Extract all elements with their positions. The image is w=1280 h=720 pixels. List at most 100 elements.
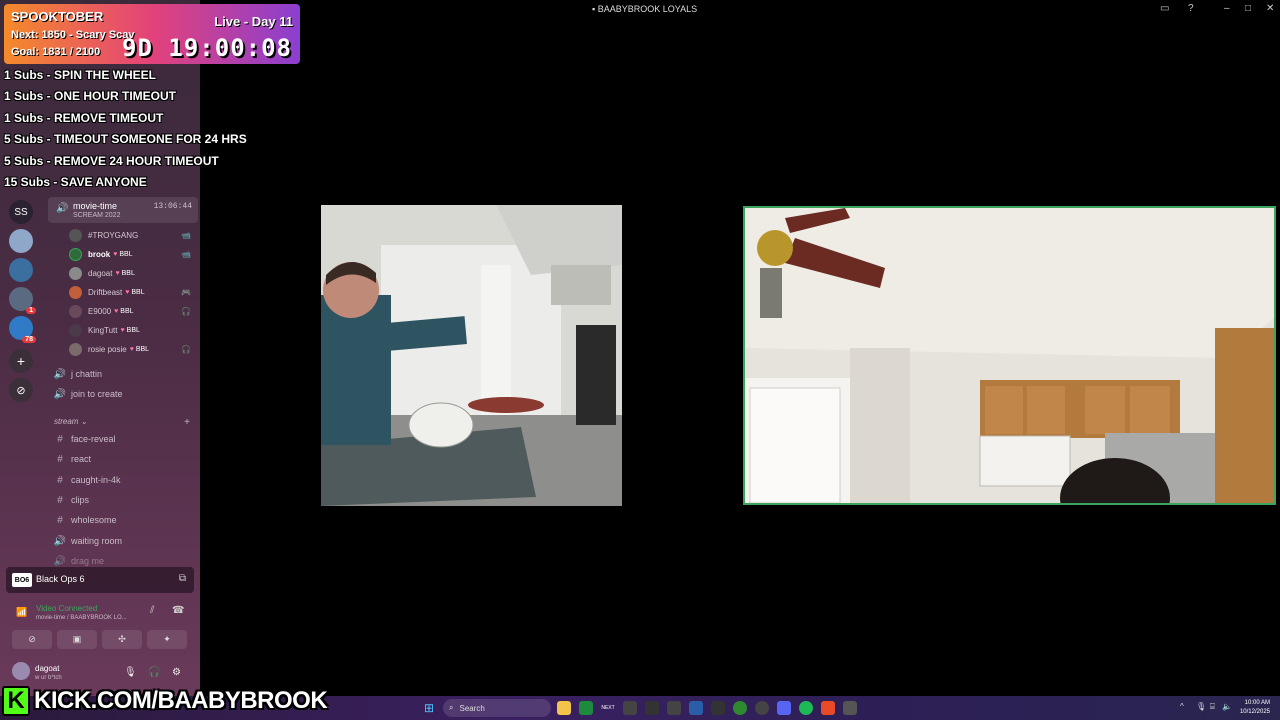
hash-icon: # bbox=[57, 494, 63, 506]
avatar bbox=[69, 342, 82, 356]
minimize-button[interactable]: – bbox=[1224, 3, 1230, 14]
activity-panel[interactable]: BO6 Black Ops 6 ⧉ bbox=[6, 567, 194, 593]
username[interactable]: dagoat bbox=[35, 664, 59, 673]
epic-games-icon[interactable] bbox=[711, 701, 725, 715]
kitchen-camera-feed bbox=[321, 205, 622, 506]
app-icon[interactable] bbox=[623, 701, 637, 715]
microphone-icon[interactable]: 🎙 bbox=[124, 667, 137, 678]
file-explorer-icon[interactable] bbox=[557, 701, 571, 715]
server-icon[interactable]: 1 bbox=[9, 287, 36, 314]
reward-item: 1 Subs - ONE HOUR TIMEOUT bbox=[4, 89, 177, 103]
app-icon[interactable] bbox=[689, 701, 703, 715]
headphones-icon[interactable]: 🎧 bbox=[148, 667, 160, 678]
disconnect-icon[interactable]: ☎ bbox=[172, 605, 184, 616]
server-icon-ss[interactable]: SS bbox=[9, 200, 33, 224]
avatar bbox=[69, 228, 82, 242]
network-icon[interactable]: ⌸ bbox=[1210, 702, 1215, 712]
microphone-tray-icon[interactable]: 🎙 bbox=[1196, 702, 1206, 711]
avatar bbox=[69, 266, 82, 280]
voice-member[interactable]: dagoat ♥ BBL bbox=[69, 265, 197, 281]
voice-connection-title: Video Connected bbox=[36, 604, 98, 613]
subathon-timer: 9D 19:00:08 bbox=[122, 34, 292, 62]
windows-start-icon[interactable]: ⊞ bbox=[424, 701, 434, 715]
text-channel[interactable]: # caught-in-4k bbox=[52, 471, 198, 489]
tray-chevron-icon[interactable]: ^ bbox=[1180, 702, 1184, 711]
activities-button[interactable]: ✣ bbox=[102, 630, 142, 649]
text-channel[interactable]: # clips bbox=[52, 491, 198, 509]
voice-channel[interactable]: 🔊 waiting room bbox=[52, 532, 198, 550]
app-icon[interactable] bbox=[645, 701, 659, 715]
server-icon[interactable]: 78 bbox=[9, 316, 36, 343]
goal-progress: Goal: 1831 / 2100 bbox=[11, 46, 101, 58]
discord-icon[interactable] bbox=[777, 701, 791, 715]
camera-off-button[interactable]: ⊘ bbox=[12, 630, 52, 649]
steam-icon[interactable] bbox=[667, 701, 681, 715]
help-icon[interactable]: ? bbox=[1188, 3, 1194, 14]
text-channel[interactable]: # wholesome bbox=[52, 511, 198, 529]
voice-channel[interactable]: 🔊 j chattin bbox=[52, 365, 198, 383]
speaker-icon: 🔊 bbox=[53, 388, 67, 400]
avatar bbox=[69, 304, 82, 318]
voice-channel-active[interactable]: 🔊 movie-time SCREAM 2022 13:06:44 bbox=[48, 197, 198, 223]
brave-browser-icon[interactable] bbox=[821, 701, 835, 715]
screen-share-button[interactable]: ▣ bbox=[57, 630, 97, 649]
notification-badge: 1 bbox=[26, 307, 36, 314]
voice-status-panel: 📶 Video Connected movie-time / BAABYBROO… bbox=[6, 600, 194, 628]
close-button[interactable]: ✕ bbox=[1266, 3, 1274, 14]
spotify-icon[interactable] bbox=[799, 701, 813, 715]
volume-icon[interactable]: 🔈 bbox=[1222, 702, 1232, 711]
text-channel[interactable]: # react bbox=[52, 450, 198, 468]
soundboard-icon: ✦ bbox=[163, 634, 171, 644]
voice-channel-name: movie-time bbox=[73, 201, 118, 211]
settings-gear-icon[interactable]: ⚙ bbox=[172, 667, 181, 678]
kick-channel-banner: K KICK.COM/BAABYBROOK bbox=[2, 684, 332, 718]
server-icon[interactable] bbox=[9, 258, 33, 282]
maximize-button[interactable]: □ bbox=[1245, 3, 1251, 14]
obs-icon[interactable] bbox=[755, 701, 769, 715]
avatar bbox=[69, 323, 82, 337]
add-channel-icon[interactable]: + bbox=[184, 417, 190, 428]
soundboard-button[interactable]: ✦ bbox=[147, 630, 187, 649]
speaker-icon: 🔊 bbox=[56, 203, 69, 214]
voice-channel[interactable]: 🔊 join to create bbox=[52, 385, 198, 403]
app-icon[interactable]: NEXT bbox=[601, 701, 615, 715]
voice-member[interactable]: brook ♥ BBL 📹 bbox=[69, 246, 197, 262]
gamepad-icon: 🎮 bbox=[181, 287, 191, 297]
screen-share-icon[interactable]: ⧉ bbox=[179, 573, 186, 584]
voice-member[interactable]: rosie posie ♥ BBL 🎧 bbox=[69, 341, 197, 357]
video-tile-camera[interactable] bbox=[321, 205, 622, 506]
event-title: SPOOKTOBER bbox=[11, 9, 104, 24]
video-tile-camera-speaking[interactable] bbox=[743, 206, 1276, 505]
server-icon[interactable] bbox=[9, 229, 33, 253]
heart-icon: ♥ bbox=[129, 345, 134, 353]
voice-member[interactable]: Driftbeast ♥ BBL 🎮 bbox=[69, 284, 197, 300]
voice-connection-location[interactable]: movie-time / BAABYBROOK LO... bbox=[36, 615, 127, 621]
noise-suppression-icon[interactable]: ⫽ bbox=[150, 605, 154, 616]
taskbar-search[interactable]: ⌕ Search bbox=[443, 699, 551, 717]
game-name: Black Ops 6 bbox=[36, 574, 85, 584]
voice-member[interactable]: E9000 ♥ BBL 🎧 bbox=[69, 303, 197, 319]
inbox-icon[interactable]: ▭ bbox=[1160, 3, 1169, 14]
kick-url: KICK.COM/BAABYBROOK bbox=[34, 687, 328, 714]
discord-sidebar: SS 1 78 + ⊘ 🔊 movie-time SCREAM 2022 13:… bbox=[0, 0, 200, 696]
text-channel[interactable]: # face-reveal bbox=[52, 430, 198, 448]
voice-member[interactable]: #TROYGANG 📹 bbox=[69, 227, 197, 243]
reward-item: 5 Subs - TIMEOUT SOMEONE FOR 24 HRS bbox=[4, 132, 247, 146]
avatar[interactable] bbox=[12, 662, 30, 680]
voice-member[interactable]: KingTutt ♥ BBL bbox=[69, 322, 197, 338]
category-header[interactable]: stream ⌄ + bbox=[54, 417, 200, 428]
signal-icon[interactable]: 📶 bbox=[16, 607, 27, 618]
add-server-icon[interactable]: + bbox=[9, 349, 33, 373]
hash-icon: # bbox=[57, 474, 63, 486]
activities-icon: ✣ bbox=[118, 634, 126, 644]
app-icon[interactable] bbox=[579, 701, 593, 715]
user-status: w ur b*tch bbox=[35, 675, 62, 681]
app-icon[interactable] bbox=[843, 701, 857, 715]
taskbar-clock[interactable]: 10:00 AM 10/12/2025 bbox=[1232, 699, 1270, 717]
reward-item: 1 Subs - SPIN THE WHEEL bbox=[4, 68, 157, 82]
xbox-icon[interactable] bbox=[733, 701, 747, 715]
heart-icon: ♥ bbox=[115, 269, 120, 277]
heart-icon: ♥ bbox=[120, 326, 125, 334]
window-title: ▪ BAABYBROOK LOYALS bbox=[592, 4, 698, 14]
discover-icon[interactable]: ⊘ bbox=[9, 378, 33, 402]
